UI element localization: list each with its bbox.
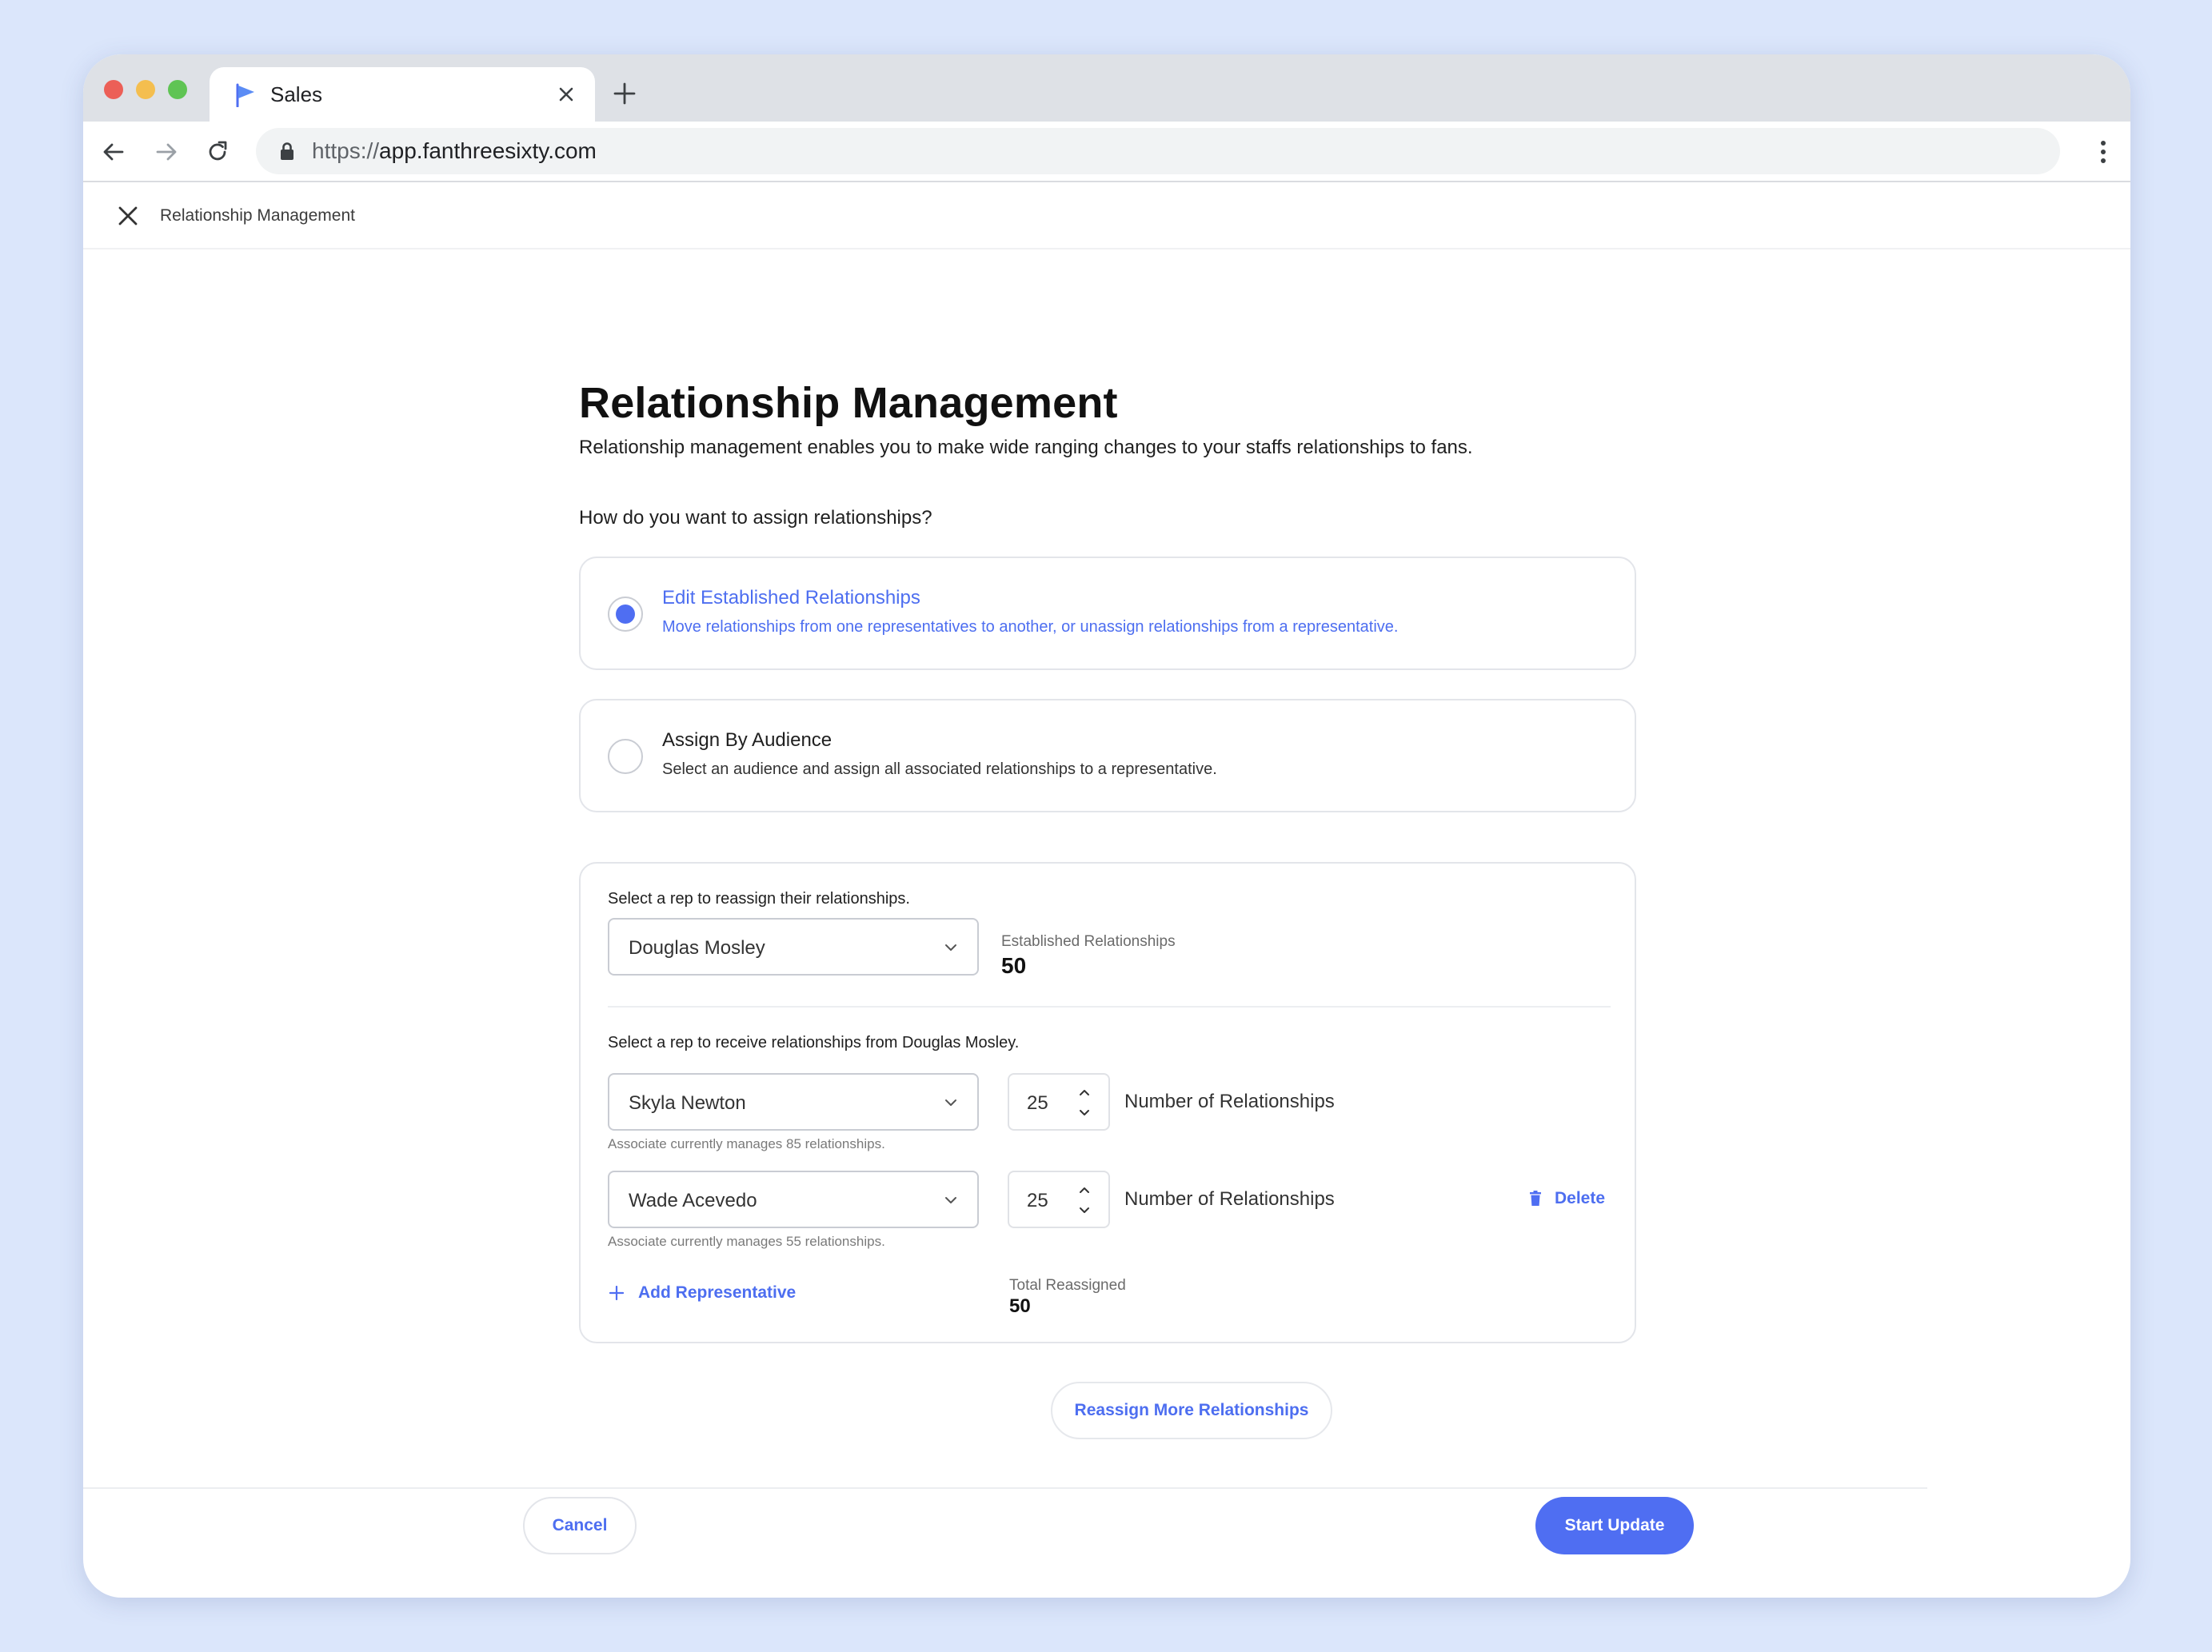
lock-icon: [281, 142, 293, 160]
source-rep-select[interactable]: Douglas Mosley: [608, 918, 979, 976]
option-title: Edit Established Relationships: [662, 587, 920, 609]
count-label: Number of Relationships: [1124, 1091, 1335, 1112]
stepper-value: 25: [1027, 1092, 1048, 1114]
select-value: Wade Acevedo: [629, 1190, 757, 1211]
arrow-right-icon[interactable]: [154, 139, 179, 165]
stepper-value: 25: [1027, 1190, 1048, 1211]
option-description: Select an audience and assign all associ…: [662, 760, 1217, 778]
page-description: Relationship management enables you to m…: [579, 437, 1473, 458]
window-close-dot[interactable]: [104, 80, 123, 99]
established-label: Established Relationships: [1001, 933, 1176, 950]
browser-window: Sales https://app.fanthreesixty.com Rela…: [83, 54, 2130, 1598]
divider: [608, 1006, 1611, 1008]
total-reassigned-label: Total Reassigned: [1009, 1277, 1126, 1294]
app-header: Relationship Management: [83, 182, 2130, 249]
url-text: https://app.fanthreesixty.com: [312, 138, 597, 165]
flag-icon: [236, 83, 254, 107]
plus-icon: [609, 1286, 624, 1300]
stepper-arrows-icon[interactable]: [1076, 1183, 1092, 1217]
url-scheme: https://: [312, 138, 380, 163]
close-icon[interactable]: [115, 203, 141, 229]
recipient-hint: Associate currently manages 85 relations…: [608, 1136, 885, 1151]
option-edit-established[interactable]: Edit Established Relationships Move rela…: [579, 557, 1636, 670]
address-bar[interactable]: https://app.fanthreesixty.com: [256, 128, 2060, 174]
footer-divider: [83, 1487, 1927, 1489]
option-assign-by-audience[interactable]: Assign By Audience Select an audience an…: [579, 699, 1636, 812]
option-title: Assign By Audience: [662, 729, 832, 751]
recipient-rep-select[interactable]: Wade Acevedo: [608, 1171, 979, 1228]
add-representative-label: Add Representative: [638, 1283, 797, 1302]
kebab-menu-icon[interactable]: [2100, 139, 2106, 165]
browser-tab[interactable]: Sales: [210, 67, 595, 122]
count-label: Number of Relationships: [1124, 1188, 1335, 1210]
window-minimize-dot[interactable]: [136, 80, 155, 99]
trash-icon: [1530, 1191, 1541, 1206]
cancel-button[interactable]: Cancel: [523, 1497, 637, 1554]
recipient-rep-select[interactable]: Skyla Newton: [608, 1073, 979, 1131]
plus-icon[interactable]: [613, 82, 637, 106]
recipient-hint: Associate currently manages 55 relations…: [608, 1234, 885, 1249]
reassign-panel: Select a rep to reassign their relations…: [579, 862, 1636, 1343]
close-icon[interactable]: [555, 83, 577, 106]
established-value: 50: [1001, 953, 1027, 978]
total-reassigned-value: 50: [1009, 1295, 1031, 1317]
chevron-down-icon: [945, 1099, 956, 1106]
start-update-button[interactable]: Start Update: [1535, 1497, 1694, 1554]
url-host: app.fanthreesixty.com: [379, 138, 597, 163]
tab-title: Sales: [270, 82, 323, 106]
select-value: Douglas Mosley: [629, 937, 765, 959]
relationship-count-stepper[interactable]: 25: [1008, 1171, 1110, 1228]
chevron-down-icon: [945, 1197, 956, 1203]
select-value: Skyla Newton: [629, 1092, 746, 1114]
receive-rep-label: Select a rep to receive relationships fr…: [608, 1034, 1020, 1051]
tab-strip: Sales: [83, 54, 2130, 122]
reload-icon[interactable]: [205, 139, 230, 165]
page-title: Relationship Management: [579, 379, 1118, 427]
browser-toolbar: https://app.fanthreesixty.com: [83, 122, 2130, 182]
breadcrumb: Relationship Management: [160, 206, 355, 225]
assign-question: How do you want to assign relationships?: [579, 507, 932, 529]
window-maximize-dot[interactable]: [168, 80, 187, 99]
option-description: Move relationships from one representati…: [662, 618, 1399, 636]
stepper-arrows-icon[interactable]: [1076, 1086, 1092, 1119]
relationship-count-stepper[interactable]: 25: [1008, 1073, 1110, 1131]
delete-label: Delete: [1555, 1189, 1606, 1207]
arrow-left-icon[interactable]: [101, 139, 126, 165]
source-rep-label: Select a rep to reassign their relations…: [608, 890, 910, 908]
chevron-down-icon: [945, 944, 956, 951]
radio-edit-established[interactable]: [608, 597, 643, 632]
reassign-more-button[interactable]: Reassign More Relationships: [1051, 1382, 1332, 1439]
radio-assign-by-audience[interactable]: [608, 739, 643, 774]
